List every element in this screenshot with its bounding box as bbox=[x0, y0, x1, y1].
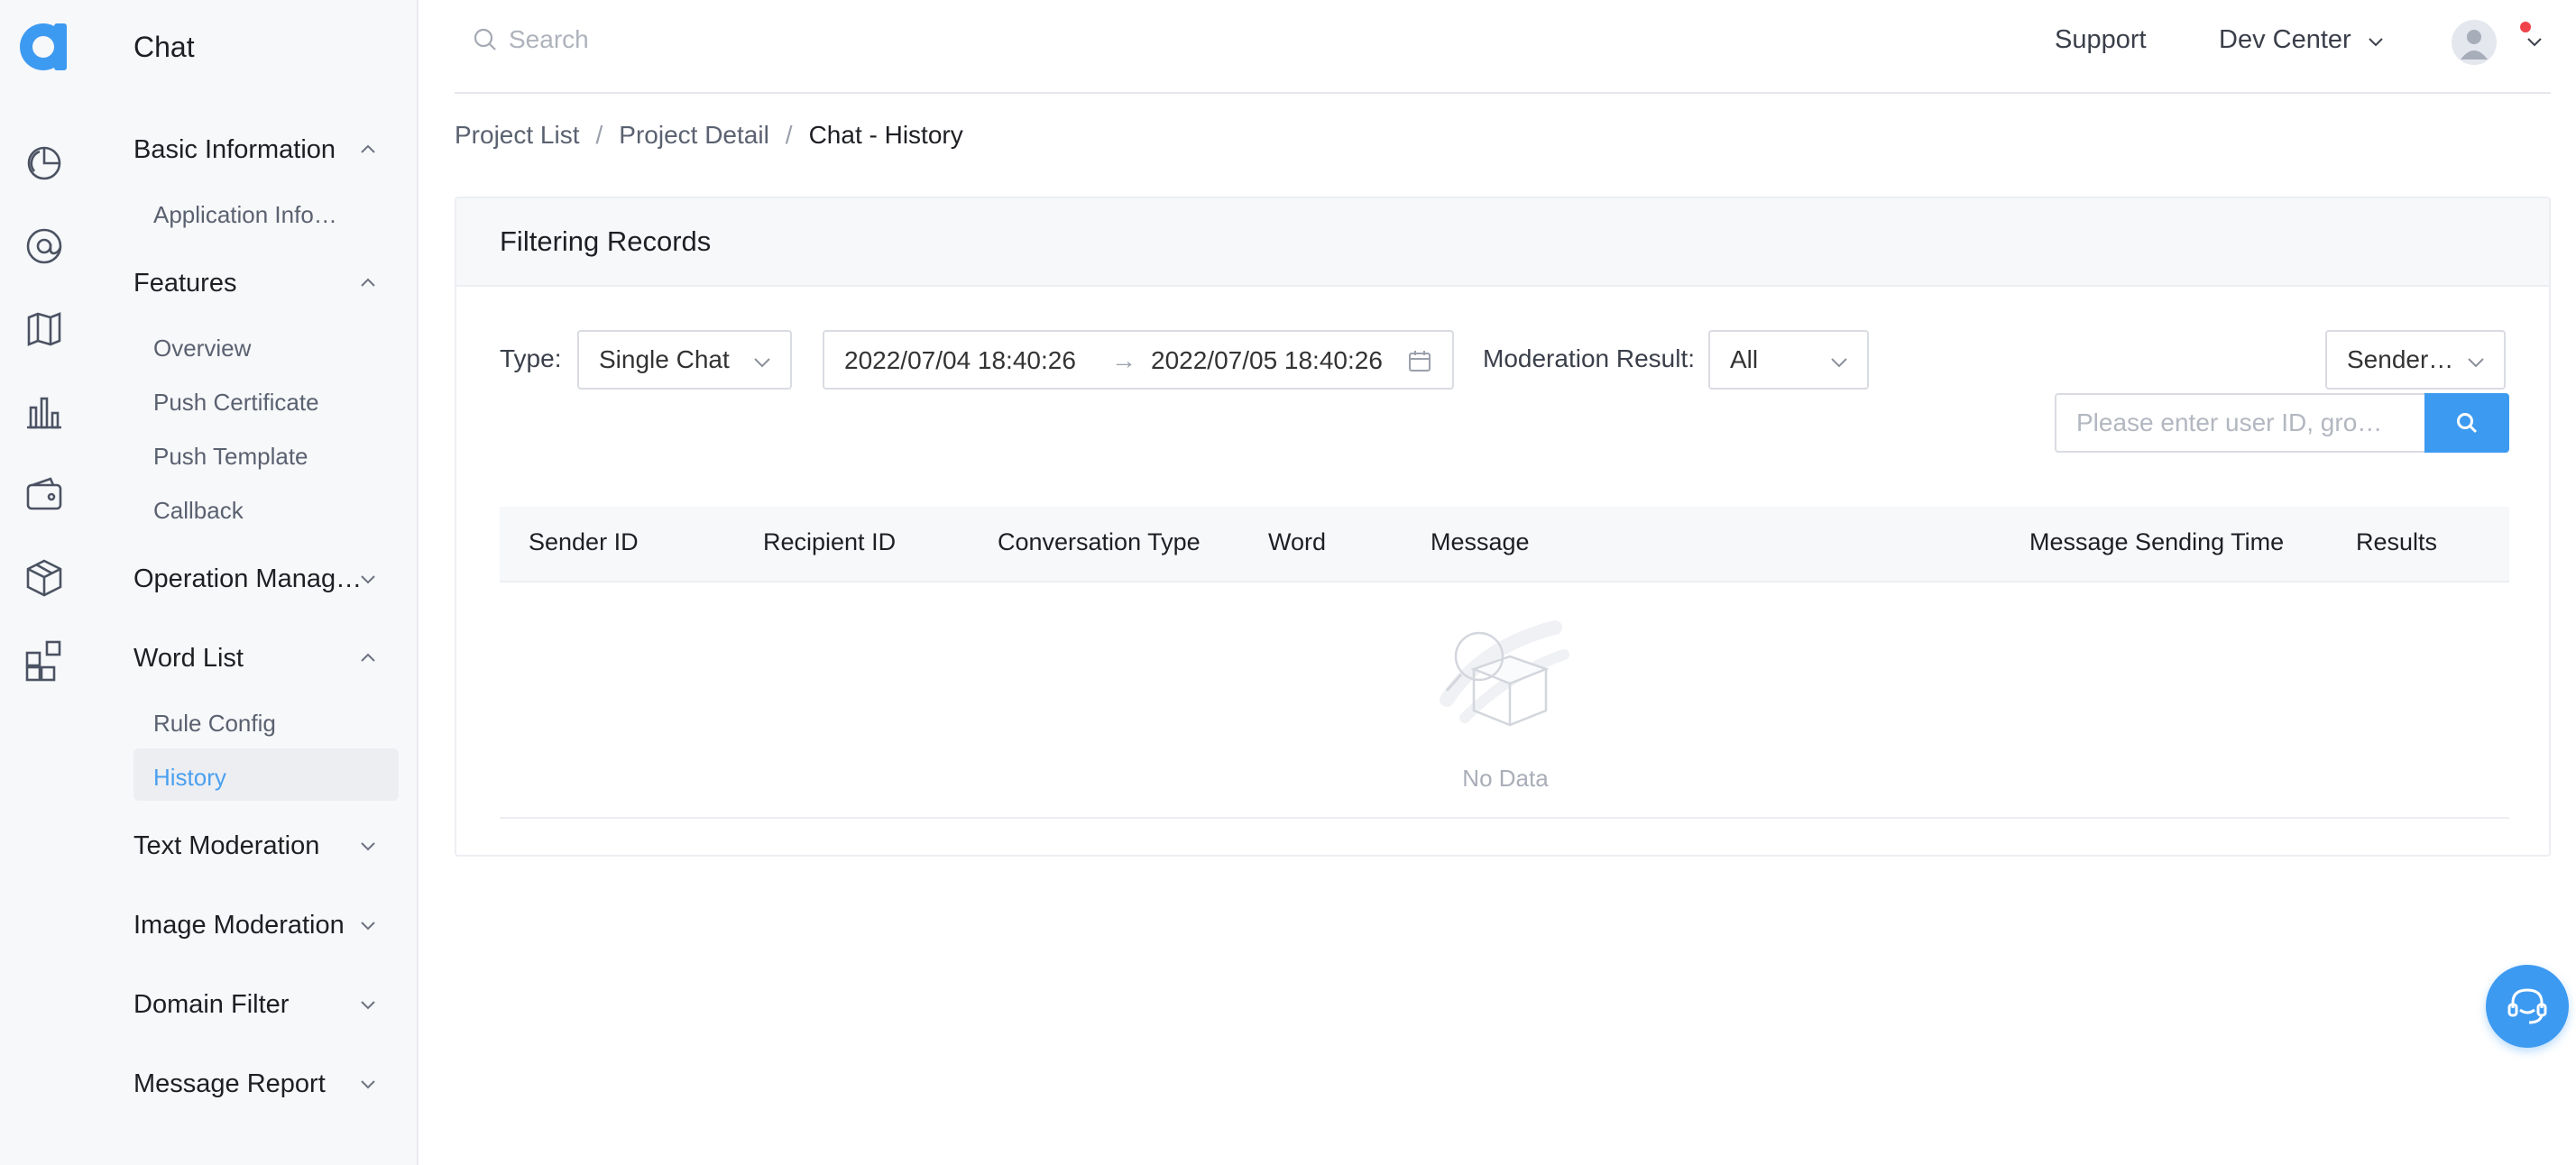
nav-group-label: Domain Filter bbox=[133, 990, 290, 1019]
sender-type-select[interactable]: Sender… bbox=[2325, 330, 2506, 390]
nav-group-label: Word List bbox=[133, 644, 244, 673]
nav-group-features[interactable]: Features bbox=[133, 263, 395, 303]
empty-state-text: No Data bbox=[1462, 765, 1549, 792]
breadcrumb-project-detail[interactable]: Project Detail bbox=[619, 121, 769, 150]
chevron-down-icon bbox=[361, 1001, 375, 1010]
nav-group-operation-management[interactable]: Operation Manag… bbox=[133, 559, 395, 599]
chevron-up-icon bbox=[361, 653, 375, 662]
moderation-select-value: All bbox=[1730, 345, 1759, 373]
secondary-sidebar: Chat Basic Information Application Info…… bbox=[97, 0, 419, 1165]
nav-group-label: Image Moderation bbox=[133, 911, 345, 940]
nav-item-history[interactable]: History bbox=[153, 759, 226, 795]
chevron-down-icon bbox=[2468, 358, 2484, 368]
search-icon bbox=[474, 28, 496, 50]
nav-item-push-certificate[interactable]: Push Certificate bbox=[153, 384, 319, 420]
chevron-down-icon bbox=[361, 575, 375, 584]
column-header[interactable]: Message bbox=[1431, 528, 1530, 556]
apps-grid-icon[interactable] bbox=[22, 638, 67, 683]
moderation-result-label: Moderation Result: bbox=[1483, 344, 1696, 372]
chevron-down-icon[interactable] bbox=[2525, 32, 2544, 50]
breadcrumb-separator: / bbox=[785, 121, 793, 149]
chevron-down-icon bbox=[361, 1080, 375, 1089]
notification-dot bbox=[2520, 22, 2531, 32]
avatar[interactable] bbox=[2452, 20, 2497, 65]
nav-item-rule-config[interactable]: Rule Config bbox=[153, 705, 276, 741]
type-select[interactable]: Single Chat bbox=[577, 330, 792, 390]
icon-rail bbox=[0, 0, 97, 1165]
sender-select-value: Sender… bbox=[2347, 345, 2454, 373]
nav-group-text-moderation[interactable]: Text Moderation bbox=[133, 826, 395, 866]
breadcrumb-separator: / bbox=[595, 121, 603, 149]
headset-icon bbox=[2507, 988, 2547, 1024]
nav-group-image-moderation[interactable]: Image Moderation bbox=[133, 905, 395, 945]
nav-group-label: Basic Information bbox=[133, 135, 336, 164]
card-header: Filtering Records bbox=[456, 198, 2549, 287]
breadcrumb-project-list[interactable]: Project List bbox=[455, 121, 580, 150]
breadcrumb: Project List / Project Detail / Chat - H… bbox=[455, 121, 963, 150]
calendar-icon bbox=[1409, 351, 1431, 372]
type-label: Type: bbox=[500, 344, 562, 372]
breadcrumb-current: Chat - History bbox=[808, 121, 963, 149]
nav-group-label: Text Moderation bbox=[133, 831, 320, 860]
date-start: 2022/07/04 18:40:26 bbox=[844, 346, 1076, 374]
top-header: Support Dev Center bbox=[455, 0, 2551, 94]
chevron-up-icon bbox=[361, 278, 375, 287]
search-button[interactable] bbox=[2424, 393, 2509, 453]
column-header[interactable]: Word bbox=[1268, 528, 1326, 556]
table-header: Sender ID Recipient ID Conversation Type… bbox=[500, 507, 2509, 582]
chevron-down-icon bbox=[361, 922, 375, 931]
date-end: 2022/07/05 18:40:26 bbox=[1151, 346, 1383, 374]
nav-item-overview[interactable]: Overview bbox=[153, 330, 251, 366]
column-header[interactable]: Conversation Type bbox=[998, 528, 1201, 556]
app-logo-icon[interactable] bbox=[16, 18, 70, 72]
nav-group-word-list[interactable]: Word List bbox=[133, 638, 395, 678]
nav-group-label: Operation Manag… bbox=[133, 564, 363, 593]
nav-group-label: Features bbox=[133, 269, 237, 298]
nav-group-basic-information[interactable]: Basic Information bbox=[133, 130, 395, 170]
user-id-input[interactable] bbox=[2055, 393, 2424, 453]
empty-box-icon bbox=[1440, 620, 1569, 727]
card-title: Filtering Records bbox=[500, 225, 712, 257]
map-book-icon[interactable] bbox=[22, 307, 67, 352]
table-bottom-border bbox=[500, 817, 2509, 819]
chevron-down-icon bbox=[361, 842, 375, 851]
dev-center-label: Dev Center bbox=[2219, 25, 2351, 54]
sidebar-title: Chat bbox=[133, 31, 195, 63]
dashboard-pie-icon[interactable] bbox=[22, 141, 67, 186]
nav-group-domain-filter[interactable]: Domain Filter bbox=[133, 985, 395, 1024]
column-header[interactable]: Sender ID bbox=[529, 528, 639, 556]
nav-group-message-report[interactable]: Message Report bbox=[133, 1064, 395, 1104]
global-search-input[interactable] bbox=[507, 22, 958, 58]
nav-group-label: Message Report bbox=[133, 1069, 326, 1098]
chevron-down-icon bbox=[754, 358, 770, 368]
user-icon bbox=[2461, 30, 2488, 60]
cube-icon[interactable] bbox=[22, 555, 67, 601]
wallet-icon[interactable] bbox=[22, 472, 67, 518]
column-header[interactable]: Recipient ID bbox=[763, 528, 896, 556]
chevron-up-icon bbox=[361, 144, 375, 153]
nav-item-push-template[interactable]: Push Template bbox=[153, 438, 308, 474]
chevron-down-icon bbox=[1831, 358, 1847, 368]
date-arrow: → bbox=[1111, 346, 1136, 374]
dev-center-dropdown[interactable]: Dev Center bbox=[2219, 25, 2383, 55]
bar-chart-icon[interactable] bbox=[22, 390, 67, 435]
date-range-picker[interactable]: 2022/07/04 18:40:26 → 2022/07/05 18:40:2… bbox=[823, 330, 1454, 390]
support-link[interactable]: Support bbox=[2055, 25, 2147, 55]
filtering-records-card: Filtering Records Type: Single Chat 2022… bbox=[455, 197, 2551, 857]
moderation-result-select[interactable]: All bbox=[1708, 330, 1869, 390]
column-header[interactable]: Message Sending Time bbox=[2029, 528, 2284, 556]
nav-item-callback[interactable]: Callback bbox=[153, 492, 244, 528]
column-header[interactable]: Results bbox=[2356, 528, 2437, 556]
nav-item-application-info[interactable]: Application Info… bbox=[153, 197, 337, 233]
at-sign-icon[interactable] bbox=[22, 224, 67, 269]
chevron-down-icon bbox=[2369, 38, 2383, 47]
search-icon bbox=[2457, 413, 2478, 434]
type-select-value: Single Chat bbox=[599, 345, 730, 373]
customer-support-button[interactable] bbox=[2486, 965, 2569, 1048]
